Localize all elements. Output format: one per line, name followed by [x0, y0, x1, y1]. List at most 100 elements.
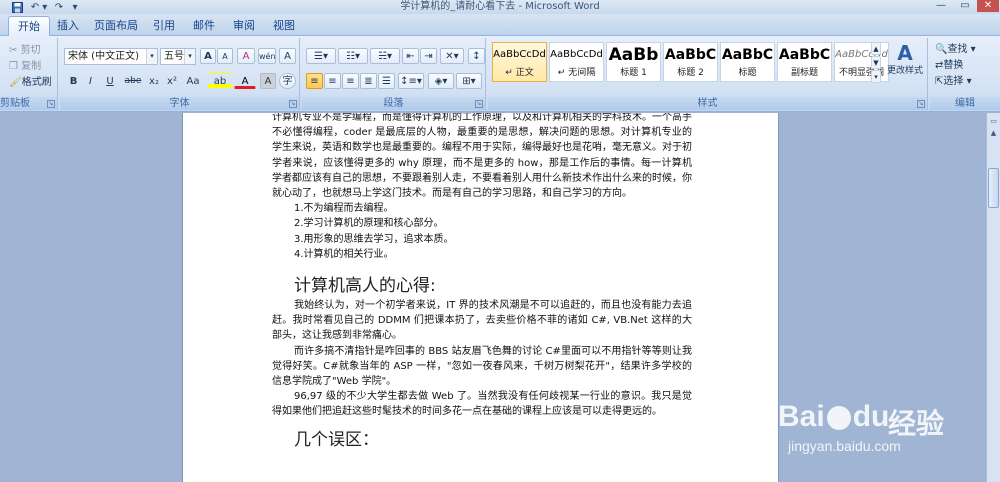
list-item[interactable]: 4.计算机的相关行业。 — [272, 247, 692, 262]
indent-icon: ⇥ — [424, 51, 433, 62]
copy-button[interactable]: ❐ 复制 — [8, 58, 56, 74]
change-styles-icon: A — [897, 41, 913, 65]
font-size-combo[interactable]: 五号 ▾ — [160, 48, 196, 65]
list-item[interactable]: 1.不为编程而去编程。 — [272, 201, 692, 216]
borders-icon: ⊞▾ — [462, 76, 476, 87]
style-subtitle[interactable]: AaBbC 副标题 — [777, 42, 832, 82]
list-item[interactable]: 3.用形象的思维去学习，追求本质。 — [272, 232, 692, 247]
font-launcher-icon[interactable]: ↘ — [289, 100, 297, 108]
replace-button[interactable]: ⇄替换 — [934, 57, 994, 73]
highlight-button[interactable]: ab — [208, 73, 232, 89]
styles-more-icon[interactable]: ▾ — [871, 70, 881, 83]
enclosed-char-button[interactable]: 字 — [279, 73, 296, 89]
numbering-button[interactable]: ☷▾ — [338, 48, 368, 64]
minimize-icon[interactable]: — — [930, 0, 952, 12]
borders-button[interactable]: ⊞▾ — [456, 73, 482, 89]
char-shading-button[interactable]: A — [260, 73, 276, 89]
select-button[interactable]: ⇱选择 ▾ — [934, 73, 994, 89]
style-title[interactable]: AaBbC 标题 — [720, 42, 775, 82]
superscript-button[interactable]: x² — [164, 73, 180, 89]
style-heading-2[interactable]: AaBbC 标题 2 — [663, 42, 718, 82]
decrease-indent-button[interactable]: ⇤ — [402, 48, 419, 64]
line-spacing-button[interactable]: ↕≡▾ — [398, 73, 424, 89]
chinese-layout-button[interactable]: ✕▾ — [440, 48, 464, 64]
align-right-button[interactable]: ≡ — [342, 73, 359, 89]
font-name-combo[interactable]: 宋体 (中文正文) ▾ — [64, 48, 158, 65]
shrink-font-button[interactable]: A — [217, 48, 233, 64]
subscript-button[interactable]: x₂ — [146, 73, 162, 89]
tab-page-layout[interactable]: 页面布局 — [92, 16, 140, 36]
scissors-icon: ✂ — [9, 45, 21, 56]
paragraph[interactable]: 而许多搞不清指针是咋回事的 BBS 站友眉飞色舞的讨论 C#里面可以不用指针等等… — [272, 344, 692, 390]
change-case-button[interactable]: Aa — [182, 73, 204, 89]
document-page[interactable]: 计算机专业不是学编程，而是懂得计算机的工作原理，以及和计算机相关的学科技术。一个… — [182, 113, 779, 482]
maximize-icon[interactable]: ▭ — [954, 0, 976, 12]
chevron-down-icon: ▾ — [146, 49, 157, 64]
justify-button[interactable]: ≣ — [360, 73, 377, 89]
outdent-icon: ⇤ — [406, 51, 415, 62]
font-group: 宋体 (中文正文) ▾ 五号 ▾ A A A wén A B I U abe x₂ … — [60, 38, 300, 110]
grow-font-button[interactable]: A — [200, 48, 216, 64]
align-left-button[interactable]: ≡ — [306, 73, 323, 89]
window-title: 学计算机的_请耐心看下去 - Microsoft Word — [400, 1, 600, 12]
align-center-button[interactable]: ≡ — [324, 73, 341, 89]
underline-button[interactable]: U — [100, 73, 120, 89]
list-item[interactable]: 2.学习计算机的原理和核心部分。 — [272, 216, 692, 231]
heading[interactable]: 几个误区： — [272, 428, 692, 452]
document-body[interactable]: 计算机专业不是学编程，而是懂得计算机的工作原理，以及和计算机相关的学科技术。一个… — [272, 113, 692, 452]
close-icon[interactable]: ✕ — [977, 0, 999, 12]
tab-mailings[interactable]: 邮件 — [188, 16, 220, 36]
font-color-button[interactable]: A — [234, 73, 256, 89]
tab-references[interactable]: 引用 — [148, 16, 180, 36]
paragraph-launcher-icon[interactable]: ↘ — [475, 100, 483, 108]
clipboard-launcher-icon[interactable]: ↘ — [47, 100, 55, 108]
paragraph[interactable]: 我始终认为，对一个初学者来说，IT 界的技术风潮是不可以追赶的，而且也没有能力去… — [272, 298, 692, 344]
paragraph-group: ☰▾ ☷▾ ☵▾ ⇤ ⇥ ✕▾ ↕ ≡ ≡ ≡ ≣ ☰ ↕≡▾ ◈▾ ⊞▾ 段落… — [302, 38, 486, 110]
clear-format-button[interactable]: A — [237, 48, 255, 64]
tab-view[interactable]: 视图 — [268, 16, 300, 36]
chinese-layout-icon: ✕▾ — [445, 51, 459, 62]
sort-icon: ↕ — [472, 51, 481, 62]
cut-button[interactable]: ✂ 剪切 — [8, 42, 56, 58]
multilevel-list-button[interactable]: ☵▾ — [370, 48, 400, 64]
italic-button[interactable]: I — [83, 73, 98, 89]
format-painter-button[interactable]: 🖌格式刷 — [8, 74, 58, 90]
baidu-watermark: Bai du 经验 jingyan.baidu.com — [778, 400, 978, 458]
bullet-list-icon: ☰▾ — [314, 51, 328, 62]
distributed-button[interactable]: ☰ — [378, 73, 395, 89]
paragraph[interactable]: 96,97 级的不少大学生都去做 Web 了。当然我没有任何歧视某一行业的意识。… — [272, 389, 692, 419]
increase-indent-button[interactable]: ⇥ — [420, 48, 437, 64]
paragraph[interactable]: 计算机专业不是学编程，而是懂得计算机的工作原理，以及和计算机相关的学科技术。一个… — [272, 113, 692, 201]
styles-scroll-up-icon[interactable]: ▲ — [871, 42, 881, 55]
strikethrough-button[interactable]: abe — [122, 73, 144, 89]
scroll-up-icon[interactable]: ▲ — [988, 129, 999, 139]
vertical-scrollbar[interactable]: ▭ ▲ — [986, 113, 1000, 482]
styles-scroll-down-icon[interactable]: ▼ — [871, 56, 881, 69]
style-normal[interactable]: AaBbCcDd ↵ 正文 — [492, 42, 547, 82]
styles-launcher-icon[interactable]: ↘ — [917, 100, 925, 108]
multilevel-list-icon: ☵▾ — [378, 51, 392, 62]
ruler-toggle-icon[interactable]: ▭ — [988, 117, 999, 127]
style-heading-1[interactable]: AaBb 标题 1 — [606, 42, 661, 82]
phonetic-guide-button[interactable]: wén — [258, 48, 276, 64]
heading[interactable]: 计算机高人的心得: — [272, 274, 692, 298]
scroll-thumb[interactable] — [988, 168, 999, 208]
bullets-button[interactable]: ☰▾ — [306, 48, 336, 64]
change-styles-button[interactable]: A 更改样式 — [884, 40, 926, 94]
tab-insert[interactable]: 插入 — [52, 16, 84, 36]
bold-button[interactable]: B — [66, 73, 81, 89]
tab-home[interactable]: 开始 — [8, 16, 50, 36]
justify-icon: ≣ — [364, 76, 373, 87]
char-border-button[interactable]: A — [279, 48, 296, 64]
find-button[interactable]: 🔍查找 ▾ — [934, 41, 994, 57]
distributed-icon: ☰ — [382, 76, 391, 87]
tab-review[interactable]: 审阅 — [228, 16, 260, 36]
numbered-list-icon: ☷▾ — [346, 51, 360, 62]
line-spacing-icon: ↕≡▾ — [400, 76, 422, 87]
chevron-down-icon: ▾ — [184, 49, 195, 64]
sort-button[interactable]: ↕ — [468, 48, 485, 64]
shading-button[interactable]: ◈▾ — [428, 73, 454, 89]
style-no-spacing[interactable]: AaBbCcDd ↵ 无间隔 — [549, 42, 604, 82]
copy-icon: ❐ — [9, 61, 22, 72]
